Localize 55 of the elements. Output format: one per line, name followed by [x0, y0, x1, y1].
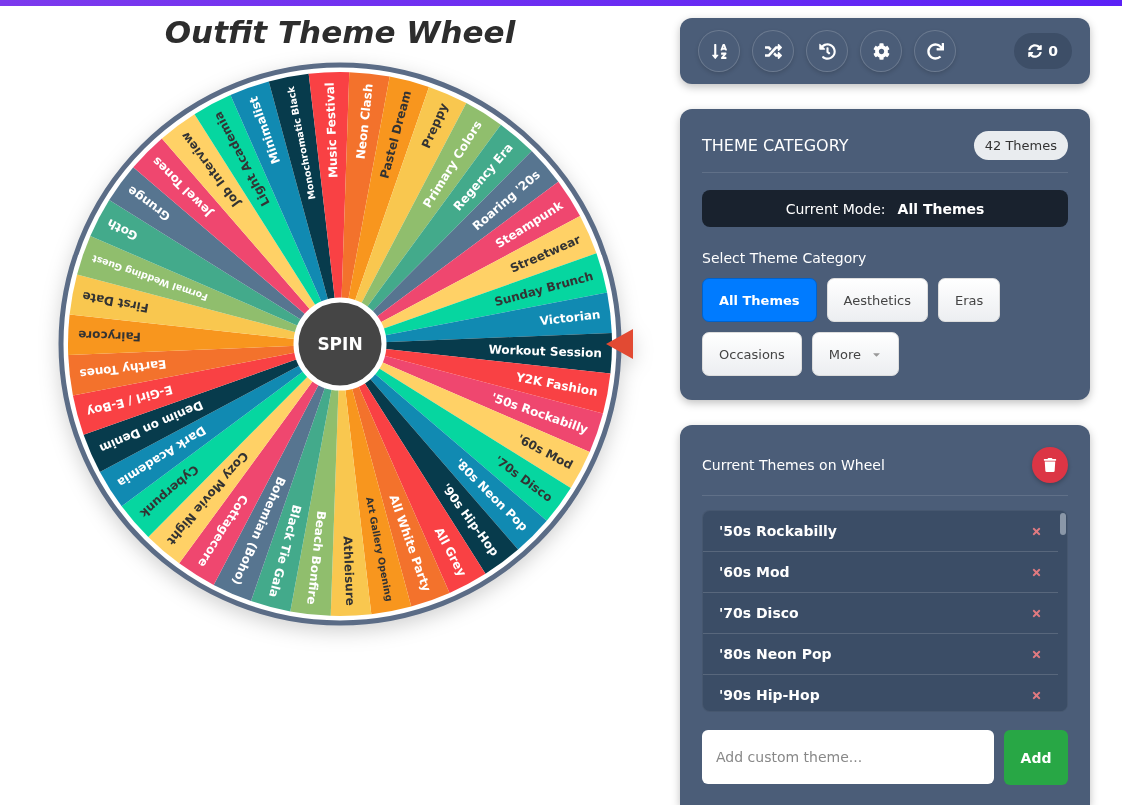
- remove-button[interactable]: [1031, 607, 1042, 619]
- category-button[interactable]: Aesthetics: [826, 278, 928, 322]
- segment-label: Y2K Fashion: [514, 370, 599, 400]
- trash-icon: [1043, 458, 1057, 472]
- segment-label: Earthy Tones: [78, 356, 168, 381]
- shuffle-button[interactable]: [752, 30, 794, 72]
- theme-name: '80s Neon Pop: [719, 646, 832, 662]
- remove-button[interactable]: [1031, 525, 1042, 537]
- segment-label: Athleisure: [340, 535, 358, 607]
- category-button[interactable]: More: [811, 332, 900, 376]
- theme-name: '60s Mod: [719, 564, 790, 580]
- custom-theme-input[interactable]: Add custom theme...: [702, 730, 994, 784]
- segment-label: Victorian: [538, 307, 602, 329]
- remove-button[interactable]: [1031, 566, 1042, 578]
- category-button[interactable]: Eras: [937, 278, 1001, 322]
- mode-label: Current Mode:: [785, 200, 886, 217]
- theme-name: '90s Hip-Hop: [719, 687, 820, 703]
- theme-count-badge: 42 Themes: [973, 131, 1068, 160]
- segment-label: Fairycore: [77, 327, 142, 344]
- remove-button[interactable]: [1031, 689, 1042, 701]
- theme-name: '50s Rockabilly: [719, 523, 837, 539]
- scrollbar-thumb[interactable]: [1059, 513, 1066, 535]
- page-title: Outfit Theme Wheel: [164, 14, 516, 50]
- clear-all-button[interactable]: [1032, 447, 1068, 483]
- theme-list-item[interactable]: '80s Neon Pop: [703, 634, 1058, 675]
- category-button[interactable]: All Themes: [702, 278, 817, 322]
- remove-button[interactable]: [1031, 648, 1042, 660]
- history-icon: [818, 42, 836, 60]
- settings-button[interactable]: [860, 30, 902, 72]
- theme-name: '70s Disco: [719, 605, 799, 621]
- sort-button[interactable]: [698, 30, 740, 72]
- history-button[interactable]: [806, 30, 848, 72]
- redo-icon: [926, 42, 944, 60]
- wheel-pointer: [606, 329, 633, 359]
- segment-label: Neon Clash: [353, 82, 376, 160]
- theme-list-item[interactable]: '60s Mod: [703, 552, 1058, 593]
- settings-icon: [872, 42, 890, 60]
- theme-list-item[interactable]: '70s Disco: [703, 593, 1058, 634]
- spin-count: 0: [1048, 43, 1058, 59]
- sync-icon: [1028, 44, 1043, 58]
- select-category-label: Select Theme Category: [702, 250, 868, 266]
- category-button[interactable]: Occasions: [702, 332, 802, 376]
- segment-label: Pastel Dream: [377, 89, 415, 181]
- segment-label: Music Festival: [322, 81, 341, 179]
- mode-value: All Themes: [897, 200, 985, 217]
- sort-icon: [710, 42, 728, 60]
- spin-button[interactable]: SPIN: [293, 297, 387, 391]
- theme-list-item[interactable]: '50s Rockabilly: [703, 511, 1058, 552]
- segment-label: Workout Session: [488, 342, 603, 361]
- shuffle-icon: [764, 42, 782, 60]
- panel-heading: THEME CATEGORY: [702, 136, 849, 155]
- redo-button[interactable]: [914, 30, 956, 72]
- panel-heading: Current Themes on Wheel: [702, 457, 885, 473]
- segment-label: First Date: [81, 288, 150, 315]
- segment-label: Beach Bonfire: [304, 510, 329, 606]
